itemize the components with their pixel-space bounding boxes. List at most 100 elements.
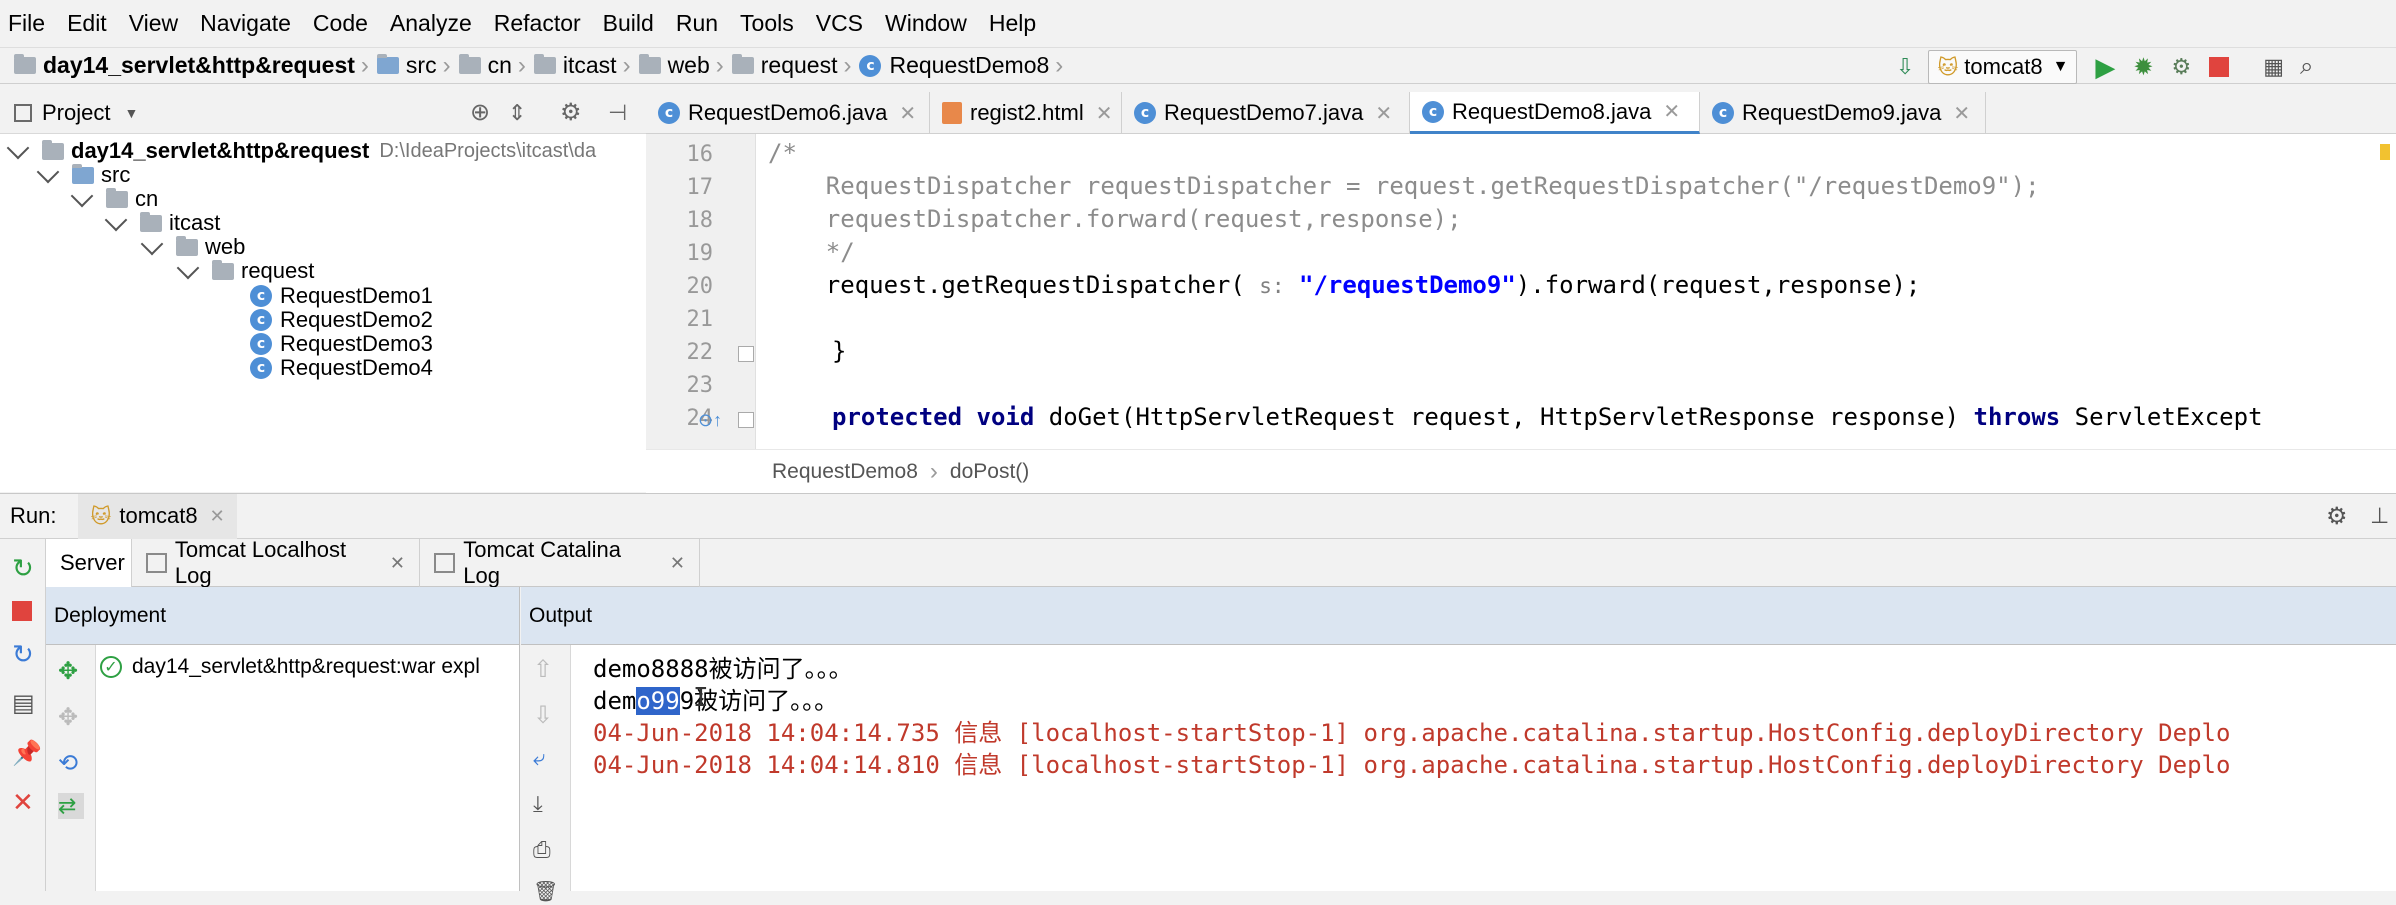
debug-icon[interactable]: ✹ [2133, 53, 2153, 82]
deployment-item[interactable]: ✓ day14_servlet&http&request:war expl [100, 652, 480, 682]
breadcrumb-class[interactable]: RequestDemo8 [772, 460, 918, 484]
close-icon[interactable]: ✕ [390, 553, 405, 574]
fold-icon[interactable] [738, 346, 754, 362]
project-panel-title[interactable]: Project [42, 100, 110, 126]
menu-view[interactable]: View [129, 10, 178, 37]
tab-regist2[interactable]: regist2.html ✕ [930, 92, 1122, 134]
gear-icon[interactable]: ⚙ [560, 98, 582, 127]
run-config-select[interactable]: 🐱 tomcat8 ▼ [1928, 50, 2078, 84]
close-icon[interactable]: ✕ [210, 506, 225, 527]
tab-requestdemo7[interactable]: c RequestDemo7.java ✕ [1122, 92, 1410, 134]
tab-tomcat-localhost-log[interactable]: Tomcat Localhost Log ✕ [132, 537, 420, 588]
class-icon: c [1422, 100, 1444, 123]
breadcrumb-class[interactable]: c RequestDemo8 [859, 52, 1049, 79]
breadcrumb-itcast[interactable]: itcast [533, 52, 617, 79]
console-output[interactable]: demo8888被访问了。。。 demo999被访问了。。。 04-Jun-20… [571, 645, 2396, 891]
package-icon [731, 54, 754, 74]
tree-item-class[interactable]: c RequestDemo4 [250, 351, 433, 385]
breadcrumb-itcast-label: itcast [562, 52, 617, 78]
code-token: request.getRequestDispatcher( [768, 271, 1245, 299]
menu-vcs[interactable]: VCS [816, 10, 863, 37]
deployment-item-label: day14_servlet&http&request:war expl [132, 655, 480, 678]
close-icon[interactable]: ✕ [1096, 101, 1113, 126]
close-icon[interactable]: ✕ [12, 787, 38, 817]
collapse-all-icon[interactable]: ⇕ [508, 100, 526, 126]
scroll-to-end-icon[interactable]: ⤓ [533, 791, 559, 817]
warning-marker[interactable] [2380, 144, 2390, 160]
minimize-icon[interactable]: ⊥ [2370, 503, 2389, 529]
update-icon[interactable]: ↻ [12, 639, 38, 669]
override-icon[interactable]: ⊙↑ [698, 410, 722, 431]
tab-requestdemo9[interactable]: c RequestDemo9.java ✕ [1700, 92, 1986, 134]
rerun-icon[interactable]: ↻ [12, 553, 38, 583]
search-icon[interactable]: ⌕ [2300, 53, 2313, 81]
keyword: throws [1973, 403, 2061, 431]
chevron-down-icon [70, 184, 94, 208]
hide-panel-icon[interactable]: ⊣ [608, 100, 627, 126]
arrow-down-icon[interactable]: ⇩ [533, 701, 559, 729]
menu-run[interactable]: Run [676, 10, 718, 37]
fold-icon[interactable] [738, 412, 754, 428]
code-token: ServletExcept [2074, 403, 2263, 431]
keyword: protected [832, 403, 963, 431]
close-icon[interactable]: ✕ [670, 553, 685, 574]
deploy-icon[interactable]: ✥ [58, 657, 84, 685]
chevron-right-icon: › [1055, 51, 1064, 79]
menu-file[interactable]: File [8, 10, 45, 37]
project-structure-icon[interactable]: ▦ [2263, 54, 2284, 80]
tab-server[interactable]: Server [46, 539, 132, 587]
menu-navigate[interactable]: Navigate [200, 10, 291, 37]
run-tab-tomcat8[interactable]: 🐱 tomcat8 ✕ [78, 493, 237, 539]
gear-icon[interactable]: ⚙ [2326, 502, 2348, 531]
tab-tomcat-catalina-log[interactable]: Tomcat Catalina Log ✕ [420, 537, 700, 588]
menu-edit[interactable]: Edit [67, 10, 107, 37]
stop-icon[interactable] [2209, 57, 2230, 77]
breadcrumb-method[interactable]: doPost() [950, 460, 1029, 484]
code-editor[interactable]: /* RequestDispatcher requestDispatcher =… [756, 134, 2396, 449]
deployment-header-label: Deployment [54, 603, 167, 627]
breadcrumb-src[interactable]: src [376, 52, 437, 79]
menu-build[interactable]: Build [603, 10, 654, 37]
code-line: protected void doGet(HttpServletRequest … [832, 403, 2263, 431]
close-icon[interactable]: ✕ [1953, 101, 1970, 126]
breadcrumb-module[interactable]: day14_servlet&http&request [14, 52, 355, 79]
tab-label: regist2.html [970, 100, 1084, 125]
breadcrumb-web[interactable]: web [638, 52, 710, 79]
menu-refactor[interactable]: Refactor [494, 10, 581, 37]
breadcrumb-class-label: RequestDemo8 [889, 52, 1050, 78]
artifact-icon[interactable]: ⇄ [58, 793, 84, 819]
layout-icon[interactable]: ▤ [12, 689, 38, 717]
close-icon[interactable]: ✕ [1663, 99, 1680, 124]
arrow-up-icon[interactable]: ⇧ [533, 655, 559, 683]
code-line: request.getRequestDispatcher( s: "/reque… [768, 271, 1921, 299]
pin-icon[interactable]: 📌 [12, 739, 42, 767]
menu-tools[interactable]: Tools [740, 10, 794, 37]
tree-item-label: RequestDemo4 [280, 355, 433, 380]
close-icon[interactable]: ✕ [1375, 101, 1392, 126]
stop-icon[interactable] [12, 601, 32, 621]
chevron-down-icon [140, 232, 164, 256]
print-icon[interactable]: ⎙ [533, 837, 559, 863]
soft-wrap-icon[interactable]: ⤶ [533, 745, 559, 771]
breadcrumb-cn[interactable]: cn [458, 52, 512, 79]
build-icon[interactable]: ⇩ [1896, 54, 1914, 80]
menu-help[interactable]: Help [989, 10, 1036, 37]
menu-analyze[interactable]: Analyze [390, 10, 472, 37]
run-toolbar: ⇩ 🐱 tomcat8 ▼ ▶ ✹ ⚙ ▦ ⌕ [1896, 50, 2314, 84]
redeploy-icon[interactable]: ⟲ [58, 749, 84, 777]
undeploy-icon[interactable]: ✥ [58, 703, 84, 731]
clear-icon[interactable]: 🗑 [533, 879, 559, 905]
run-icon[interactable]: ▶ [2095, 52, 2115, 83]
menu-code[interactable]: Code [313, 10, 368, 37]
chevron-down-icon[interactable]: ▼ [124, 105, 138, 121]
tab-requestdemo8[interactable]: c RequestDemo8.java ✕ [1410, 92, 1700, 134]
tab-label: Server [60, 550, 125, 575]
editor-gutter: 16 17 18 19 20 21 22 23 24 ⊙↑ [646, 134, 756, 449]
menu-window[interactable]: Window [885, 10, 967, 37]
breadcrumb-request[interactable]: request [731, 52, 837, 79]
coverage-icon[interactable]: ⚙ [2172, 54, 2192, 80]
close-icon[interactable]: ✕ [899, 101, 916, 126]
tab-requestdemo6[interactable]: c RequestDemo6.java ✕ [646, 92, 930, 134]
locate-icon[interactable]: ⊕ [470, 98, 490, 127]
project-view-icon [14, 103, 32, 122]
